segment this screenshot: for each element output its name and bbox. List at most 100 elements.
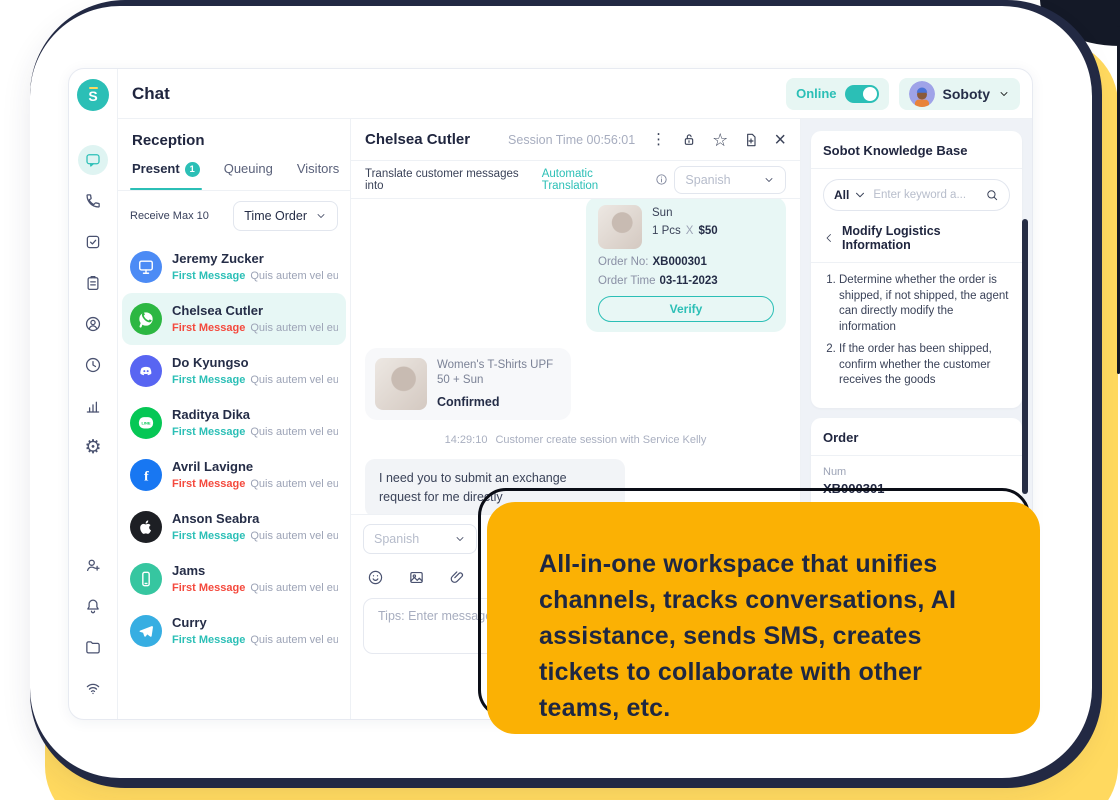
user-menu[interactable]: Soboty xyxy=(899,78,1020,110)
chevron-down-icon xyxy=(454,533,466,545)
sidebar-item[interactable] xyxy=(78,591,108,621)
close-icon[interactable]: × xyxy=(774,130,786,150)
contact-row[interactable]: Curry First MessageQuis autem vel eum iu… xyxy=(122,605,346,657)
composer-language-value: Spanish xyxy=(374,532,419,546)
present-count-badge: 1 xyxy=(185,162,200,177)
contact-row[interactable]: f Avril Lavigne First MessageQuis autem … xyxy=(122,449,346,501)
svg-text:LINE: LINE xyxy=(141,421,150,426)
contact-row[interactable]: LINE Raditya Dika First MessageQuis aute… xyxy=(122,397,346,449)
contact-row[interactable]: Chelsea Cutler First MessageQuis autem v… xyxy=(122,293,346,345)
contact-preview: First MessageQuis autem vel eum iu... xyxy=(172,374,338,386)
kb-filter-select[interactable]: All xyxy=(834,188,867,202)
sidebar-item[interactable] xyxy=(78,309,108,339)
translate-language-select[interactable]: Spanish xyxy=(674,166,786,194)
channel-avatar: LINE xyxy=(130,407,162,439)
sidebar-item[interactable] xyxy=(78,391,108,421)
price: $50 xyxy=(698,225,717,237)
product-title: Women's T-Shirts UPF 50 + Sun xyxy=(437,358,561,388)
contact-row[interactable]: Jeremy Zucker First MessageQuis autem ve… xyxy=(122,241,346,293)
order-time-value: 03-11-2023 xyxy=(660,275,718,287)
scrollbar-thumb[interactable] xyxy=(1022,219,1028,494)
first-message-tag: First Message xyxy=(172,270,245,282)
message-preview: Quis autem vel eum iu... xyxy=(250,582,338,594)
multiply-sign: X xyxy=(686,225,694,237)
quantity: 1 Pcs xyxy=(652,225,681,237)
whatsapp-icon xyxy=(136,309,156,329)
tab-queuing[interactable]: Queuing xyxy=(224,159,273,190)
contact-row[interactable]: Anson Seabra First MessageQuis autem vel… xyxy=(122,501,346,553)
system-event-time: 14:29:10 xyxy=(445,434,488,446)
channel-avatar xyxy=(130,355,162,387)
sort-order-select[interactable]: Time Order xyxy=(233,201,338,231)
tab-visitors[interactable]: Visitors xyxy=(297,159,339,190)
knowledge-base-card: Sobot Knowledge Base All Modify Logistic… xyxy=(811,131,1022,408)
page-title: Chat xyxy=(132,84,170,104)
kebab-menu-icon[interactable]: ⋮ xyxy=(651,132,666,147)
tab-present-label: Present xyxy=(132,161,180,176)
discord-icon xyxy=(136,361,156,381)
contact-name: Jams xyxy=(172,563,338,578)
sidebar-item[interactable] xyxy=(78,268,108,298)
tab-present[interactable]: Present 1 xyxy=(132,159,200,190)
channel-avatar xyxy=(130,615,162,647)
verify-button[interactable]: Verify xyxy=(598,296,774,322)
apple-icon xyxy=(136,517,156,537)
line-icon: LINE xyxy=(136,413,156,433)
contact-info: Curry First MessageQuis autem vel eum iu… xyxy=(172,615,338,646)
paperclip-icon[interactable] xyxy=(449,569,466,586)
user-avatar xyxy=(909,81,935,107)
order-time-label: Order Time xyxy=(598,275,656,287)
tab-queuing-label: Queuing xyxy=(224,161,273,176)
contact-row[interactable]: Jams First MessageQuis autem vel eum iu.… xyxy=(122,553,346,605)
message-preview: Quis autem vel eum iu... xyxy=(250,530,338,542)
contact-preview: First MessageQuis autem vel eum iu... xyxy=(172,530,338,542)
contact-info: Jeremy Zucker First MessageQuis autem ve… xyxy=(172,251,338,282)
sidebar-item[interactable] xyxy=(78,632,108,662)
add-user-icon xyxy=(84,556,102,574)
kb-search-input[interactable] xyxy=(873,189,979,201)
task-check-icon xyxy=(84,233,102,251)
chat-contact-name: Chelsea Cutler xyxy=(365,131,470,148)
callout-text: All-in-one workspace that unifies channe… xyxy=(487,502,995,726)
star-icon[interactable]: ☆ xyxy=(712,131,728,149)
agent-icon xyxy=(84,315,102,333)
info-icon[interactable] xyxy=(655,173,668,186)
order-time-line: Order Time 03-11-2023 xyxy=(598,275,774,287)
clipboard-icon xyxy=(84,274,102,292)
sidebar-item[interactable] xyxy=(78,550,108,580)
divider xyxy=(811,168,1022,169)
smiley-icon[interactable] xyxy=(367,569,384,586)
phone-icon xyxy=(84,192,102,210)
order-message-card: Sun 1 PcsX$50 Order No:XB000301 Order Ti… xyxy=(586,199,786,332)
channel-avatar xyxy=(130,563,162,595)
sobot-logo: S xyxy=(77,79,109,111)
translate-language-value: Spanish xyxy=(685,173,730,187)
image-icon[interactable] xyxy=(408,569,425,586)
sidebar-item[interactable] xyxy=(78,145,108,175)
sidebar-item[interactable] xyxy=(78,673,108,703)
sidebar-item[interactable] xyxy=(78,186,108,216)
contact-row[interactable]: Do Kyungso First MessageQuis autem vel e… xyxy=(122,345,346,397)
file-add-icon[interactable] xyxy=(743,132,759,148)
order-panel-title: Order xyxy=(823,430,1010,445)
sort-order-value: Time Order xyxy=(244,209,307,223)
contact-name: Do Kyungso xyxy=(172,355,338,370)
user-name: Soboty xyxy=(943,86,990,102)
sidebar-item[interactable] xyxy=(78,227,108,257)
kb-search-box: All xyxy=(823,179,1010,211)
lock-icon[interactable] xyxy=(681,132,697,148)
app-header: Chat Online Soboty xyxy=(118,69,1032,119)
product-status: Confirmed xyxy=(437,395,561,409)
divider xyxy=(811,262,1022,263)
sidebar-item[interactable] xyxy=(78,350,108,380)
kb-step-list: Determine whether the order is shipped, … xyxy=(839,273,1010,389)
composer-language-select[interactable]: Spanish xyxy=(363,524,477,554)
auto-translate-link[interactable]: Automatic Translation xyxy=(542,168,650,192)
search-icon[interactable] xyxy=(985,188,999,202)
analytics-icon xyxy=(84,397,102,415)
reception-tabs: Present 1 Queuing Visitors xyxy=(118,159,350,191)
online-toggle[interactable] xyxy=(845,85,879,103)
tab-visitors-label: Visitors xyxy=(297,161,339,176)
sidebar-item[interactable]: ⚙ xyxy=(78,432,108,462)
chevron-left-icon[interactable] xyxy=(823,232,835,244)
